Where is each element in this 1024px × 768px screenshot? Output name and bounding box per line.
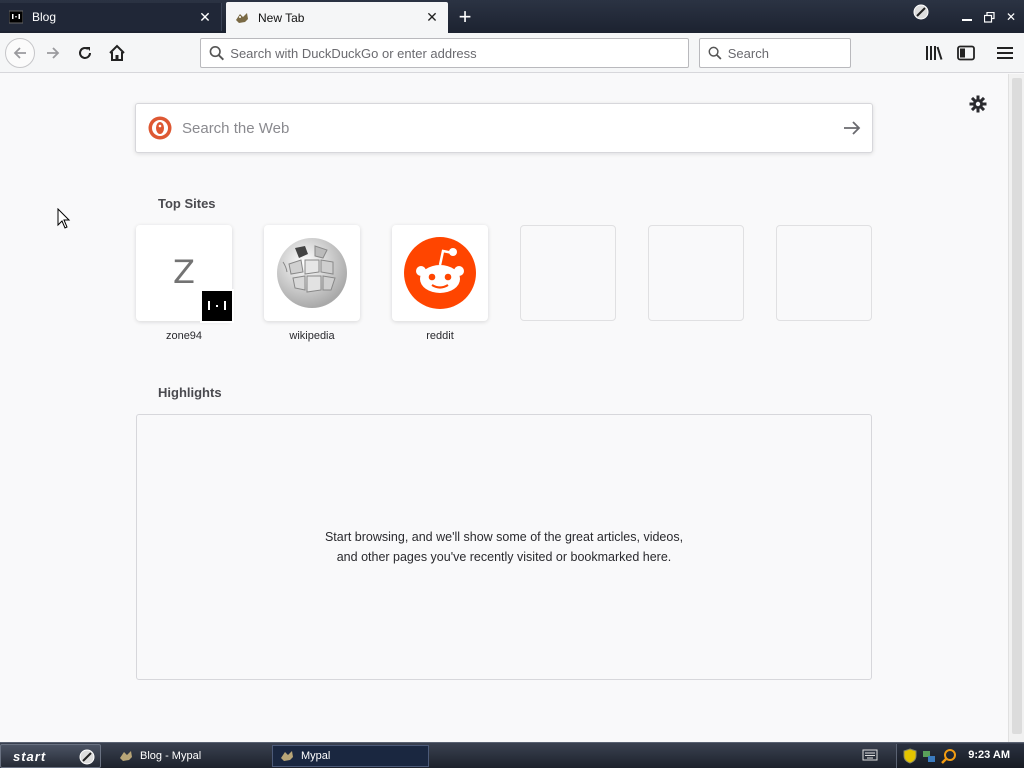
search-bar[interactable] bbox=[699, 38, 851, 68]
tab-label: New Tab bbox=[258, 10, 305, 25]
search-input[interactable] bbox=[727, 45, 850, 61]
start-button[interactable]: start bbox=[0, 744, 101, 768]
keyboard-icon[interactable] bbox=[862, 748, 878, 762]
tab-new-tab[interactable]: New Tab ✕ bbox=[226, 2, 448, 33]
taskbar-item-blog[interactable]: Blog - Mypal bbox=[112, 745, 268, 767]
home-button[interactable] bbox=[103, 39, 131, 67]
new-tab-page: Top Sites Z zone94 wikipedia bbox=[0, 74, 1008, 742]
tab-blog[interactable]: Blog ✕ bbox=[0, 3, 222, 31]
start-label: start bbox=[13, 748, 47, 764]
task-label: Blog - Mypal bbox=[140, 750, 202, 762]
scrollbar-thumb[interactable] bbox=[1012, 78, 1022, 734]
search-go-arrow-icon[interactable] bbox=[832, 120, 872, 136]
top-sites-heading: Top Sites bbox=[158, 196, 216, 211]
library-icon bbox=[926, 46, 943, 60]
search-tray-icon[interactable] bbox=[941, 748, 957, 764]
highlights-panel: Start browsing, and we'll show some of t… bbox=[136, 414, 872, 680]
start-logo-icon bbox=[79, 749, 95, 765]
system-tray: 9:23 AM bbox=[896, 744, 1024, 768]
forward-button[interactable] bbox=[39, 39, 67, 67]
settings-gear-icon[interactable] bbox=[968, 94, 988, 114]
home-icon bbox=[109, 44, 125, 61]
new-tab-button[interactable]: + bbox=[452, 4, 478, 29]
web-search-input[interactable] bbox=[182, 119, 832, 137]
mypal-app-icon bbox=[120, 751, 132, 761]
blog-favicon-icon bbox=[8, 9, 24, 25]
mouse-cursor-icon bbox=[57, 208, 71, 229]
taskbar: start Blog - Mypal Mypal 9:23 AM bbox=[0, 742, 1024, 768]
top-site-label: zone94 bbox=[165, 330, 203, 342]
zone94-favicon-icon bbox=[200, 289, 234, 323]
mypal-favicon-icon bbox=[234, 10, 250, 26]
close-tab-icon[interactable]: ✕ bbox=[197, 9, 213, 25]
duckduckgo-logo-icon bbox=[148, 116, 172, 140]
vertical-scrollbar[interactable] bbox=[1008, 74, 1024, 742]
tab-label: Blog bbox=[32, 10, 57, 24]
address-input[interactable] bbox=[230, 45, 688, 61]
top-site-tile-empty[interactable] bbox=[648, 225, 744, 321]
top-site-label: wikipedia bbox=[289, 330, 335, 342]
reload-icon bbox=[79, 47, 91, 59]
mypal-app-icon bbox=[281, 751, 293, 761]
top-site-tile-zone94[interactable]: Z bbox=[136, 225, 234, 323]
back-button[interactable] bbox=[5, 38, 35, 68]
navigation-toolbar bbox=[0, 33, 1024, 73]
sidebar-icon bbox=[957, 45, 975, 61]
forward-arrow-icon bbox=[47, 47, 60, 59]
top-site-tile-empty[interactable] bbox=[776, 225, 872, 321]
back-arrow-icon bbox=[13, 47, 26, 59]
mypal-logo-icon bbox=[912, 3, 930, 21]
menu-button[interactable] bbox=[991, 39, 1019, 67]
zone94-letter-icon: Z bbox=[173, 253, 195, 291]
task-label: Mypal bbox=[301, 750, 331, 762]
network-icon[interactable] bbox=[921, 748, 937, 764]
reddit-alien-icon bbox=[404, 237, 476, 309]
shield-icon[interactable] bbox=[903, 748, 917, 764]
search-icon bbox=[209, 45, 225, 61]
web-search-box[interactable] bbox=[135, 103, 873, 153]
top-site-tile-empty[interactable] bbox=[520, 225, 616, 321]
search-icon bbox=[708, 46, 722, 60]
sidebar-toggle-button[interactable] bbox=[952, 39, 980, 67]
highlights-heading: Highlights bbox=[158, 385, 222, 400]
highlights-empty-message: Start browsing, and we'll show some of t… bbox=[324, 530, 684, 564]
wikipedia-globe-icon bbox=[277, 238, 347, 308]
close-tab-icon[interactable]: ✕ bbox=[424, 9, 440, 26]
tab-strip: Blog ✕ New Tab ✕ + ✕ bbox=[0, 0, 1024, 33]
top-site-tile-reddit[interactable] bbox=[392, 225, 488, 321]
restore-icon[interactable] bbox=[980, 8, 998, 26]
reload-button[interactable] bbox=[71, 39, 99, 67]
clock: 9:23 AM bbox=[968, 749, 1010, 761]
address-bar[interactable] bbox=[200, 38, 689, 68]
library-button[interactable] bbox=[920, 39, 948, 67]
top-site-tile-wikipedia[interactable] bbox=[264, 225, 360, 321]
close-window-icon[interactable]: ✕ bbox=[1002, 8, 1020, 26]
hamburger-menu-icon bbox=[997, 47, 1013, 59]
minimize-icon[interactable] bbox=[958, 8, 976, 26]
taskbar-item-mypal[interactable]: Mypal bbox=[272, 745, 429, 767]
top-site-label: reddit bbox=[426, 330, 454, 342]
